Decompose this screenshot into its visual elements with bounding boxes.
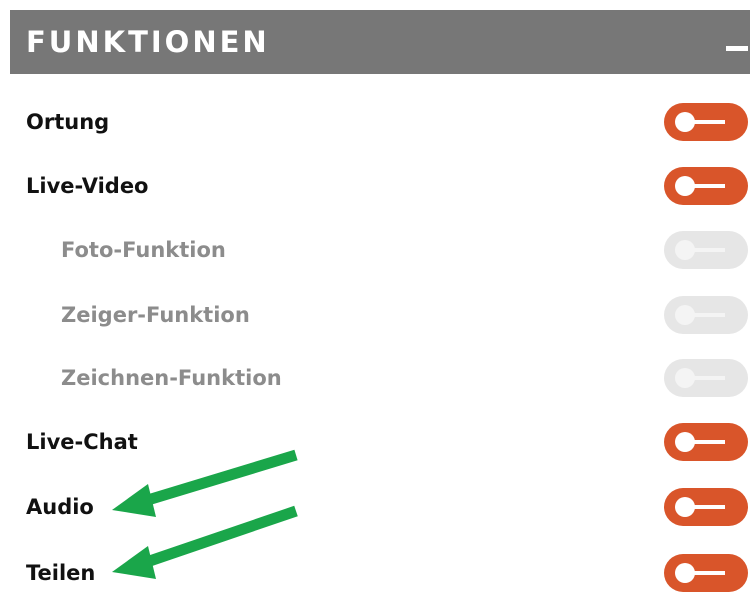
feature-row-live-chat: Live-Chat — [10, 417, 750, 467]
feature-row-zeichnen-funktion: Zeichnen-Funktion — [10, 353, 750, 403]
toggle-knob — [675, 432, 695, 452]
toggle-bar — [693, 571, 725, 575]
toggle-bar — [693, 440, 725, 444]
toggle-bar — [693, 248, 725, 252]
feature-toggle-foto-funktion[interactable] — [664, 231, 748, 269]
feature-toggle-zeiger-funktion[interactable] — [664, 296, 748, 334]
feature-row-ortung: Ortung — [10, 97, 750, 147]
feature-toggle-teilen[interactable] — [664, 554, 748, 592]
panel-header: FUNKTIONEN — [10, 10, 750, 74]
toggle-bar — [693, 313, 725, 317]
feature-row-audio: Audio — [10, 482, 750, 532]
feature-row-teilen: Teilen — [10, 548, 750, 598]
feature-label: Audio — [26, 495, 94, 519]
toggle-knob — [675, 305, 695, 325]
toggle-bar — [693, 184, 725, 188]
feature-toggle-live-chat[interactable] — [664, 423, 748, 461]
functions-panel: FUNKTIONEN Ortung Live-Video Foto-Funkti… — [10, 10, 750, 610]
toggle-knob — [675, 176, 695, 196]
feature-label: Zeichnen-Funktion — [61, 366, 282, 390]
toggle-bar — [693, 120, 725, 124]
feature-label: Live-Chat — [26, 430, 138, 454]
toggle-knob — [675, 497, 695, 517]
feature-toggle-audio[interactable] — [664, 488, 748, 526]
feature-row-foto-funktion: Foto-Funktion — [10, 225, 750, 275]
feature-toggle-zeichnen-funktion[interactable] — [664, 359, 748, 397]
feature-label: Live-Video — [26, 174, 149, 198]
feature-row-live-video: Live-Video — [10, 161, 750, 211]
toggle-knob — [675, 240, 695, 260]
feature-label: Teilen — [26, 561, 96, 585]
feature-row-zeiger-funktion: Zeiger-Funktion — [10, 290, 750, 340]
feature-label: Zeiger-Funktion — [61, 303, 250, 327]
feature-label: Ortung — [26, 110, 110, 134]
feature-toggle-live-video[interactable] — [664, 167, 748, 205]
collapse-button[interactable] — [710, 10, 750, 74]
toggle-knob — [675, 563, 695, 583]
toggle-bar — [693, 505, 725, 509]
panel-title: FUNKTIONEN — [26, 25, 270, 59]
feature-toggle-ortung[interactable] — [664, 103, 748, 141]
toggle-knob — [675, 368, 695, 388]
feature-label: Foto-Funktion — [61, 238, 226, 262]
toggle-knob — [675, 112, 695, 132]
minus-icon — [726, 46, 748, 51]
toggle-bar — [693, 376, 725, 380]
